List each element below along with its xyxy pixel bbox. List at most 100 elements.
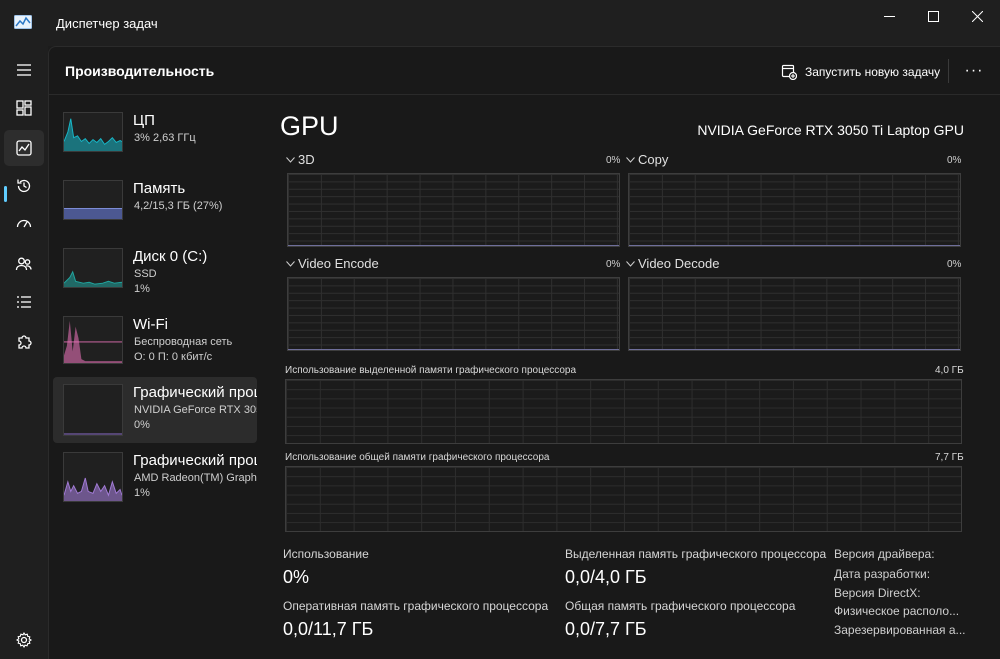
engine-label: Video Decode bbox=[638, 256, 720, 271]
window-title: Диспетчер задач bbox=[56, 16, 158, 31]
device-name: Память bbox=[133, 180, 186, 197]
more-options-button[interactable]: ··· bbox=[957, 57, 991, 85]
nav-processes-button[interactable] bbox=[4, 90, 44, 126]
dedicated-memory-graph-label: Использование выделенной памяти графичес… bbox=[285, 365, 577, 376]
device-detail-2: 0% bbox=[134, 419, 150, 431]
device-thumbnail-graph bbox=[63, 180, 123, 220]
task-manager-app-icon bbox=[14, 15, 32, 29]
device-item-gpu-amd[interactable]: Графический проц AMD Radeon(TM) Graphics… bbox=[53, 445, 257, 511]
device-thumbnail-graph bbox=[63, 112, 123, 152]
usage-value: 0% bbox=[283, 567, 310, 587]
engine-label: Copy bbox=[638, 152, 669, 167]
device-thumbnail-graph bbox=[63, 384, 123, 436]
minimize-button[interactable] bbox=[866, 0, 912, 32]
driver-date-label: Дата разработки: bbox=[834, 567, 931, 581]
shared-memory-graph-label: Использование общей памяти графического … bbox=[285, 452, 550, 463]
maximize-icon bbox=[927, 10, 939, 22]
shared-memory-max: 7,7 ГБ bbox=[935, 452, 964, 463]
device-detail-2: 1% bbox=[134, 487, 150, 499]
run-new-task-button[interactable]: Запустить новую задачу bbox=[781, 61, 940, 83]
device-name: ЦП bbox=[133, 112, 155, 129]
nav-app-history-button[interactable] bbox=[4, 168, 44, 204]
device-item-wifi[interactable]: Wi-Fi Беспроводная сеть О: 0 П: 0 кбит/с bbox=[53, 309, 257, 375]
nav-users-button[interactable] bbox=[4, 246, 44, 282]
page-header: Производительность Запустить новую задач… bbox=[49, 47, 1000, 95]
history-icon bbox=[17, 179, 31, 193]
engine-label: Video Encode bbox=[298, 256, 379, 271]
nav-services-button[interactable] bbox=[4, 324, 44, 360]
run-new-task-label: Запустить новую задачу bbox=[805, 65, 941, 79]
dedicated-memory-value: 0,0/4,0 ГБ bbox=[565, 567, 647, 587]
device-thumbnail-graph bbox=[63, 316, 123, 364]
dedicated-memory-graph bbox=[285, 379, 962, 444]
gpu-title: GPU bbox=[280, 111, 339, 141]
device-detail: AMD Radeon(TM) Graphics bbox=[134, 472, 257, 484]
device-list: ЦП 3% 2,63 ГГц Память 4,2/15,3 ГБ (27%) … bbox=[53, 105, 257, 513]
processes-icon bbox=[16, 100, 32, 116]
device-name: Графический проц bbox=[133, 452, 257, 469]
engine-selector-3d[interactable]: 3D bbox=[286, 152, 315, 167]
gpu-ram-value: 0,0/11,7 ГБ bbox=[283, 619, 374, 639]
shared-memory-value: 0,0/7,7 ГБ bbox=[565, 619, 647, 639]
engine-selector-video-encode[interactable]: Video Encode bbox=[286, 256, 379, 271]
title-bar: Диспетчер задач bbox=[0, 0, 1000, 46]
hamburger-menu-button[interactable] bbox=[4, 52, 44, 88]
users-icon bbox=[15, 257, 32, 271]
nav-performance-button[interactable] bbox=[4, 130, 44, 166]
device-name: Wi-Fi bbox=[133, 316, 168, 333]
device-thumbnail-graph bbox=[63, 248, 123, 288]
chevron-down-icon bbox=[286, 156, 295, 163]
header-separator bbox=[948, 59, 949, 83]
device-detail: NVIDIA GeForce RTX 3050 Ti bbox=[134, 404, 257, 416]
reserved-memory-label: Зарезервированная а... bbox=[834, 623, 966, 637]
more-dots-icon: ··· bbox=[964, 62, 984, 79]
services-puzzle-icon bbox=[18, 335, 32, 349]
maximize-button[interactable] bbox=[910, 0, 956, 32]
chevron-down-icon bbox=[626, 260, 635, 267]
engine-graph-video-encode bbox=[287, 277, 620, 351]
page-title: Производительность bbox=[65, 63, 215, 79]
close-icon bbox=[971, 10, 983, 22]
engine-graph-3d bbox=[287, 173, 620, 247]
device-item-cpu[interactable]: ЦП 3% 2,63 ГГц bbox=[53, 105, 257, 171]
details-list-icon bbox=[17, 296, 31, 308]
nav-details-button[interactable] bbox=[4, 284, 44, 320]
engine-percent: 0% bbox=[606, 155, 621, 166]
device-item-memory[interactable]: Память 4,2/15,3 ГБ (27%) bbox=[53, 173, 257, 239]
engine-graph-video-decode bbox=[628, 277, 961, 351]
performance-icon bbox=[16, 140, 32, 156]
usage-label: Использование bbox=[283, 547, 369, 561]
device-item-disk[interactable]: Диск 0 (C:) SSD 1% bbox=[53, 241, 257, 307]
device-detail: 4,2/15,3 ГБ (27%) bbox=[134, 200, 223, 212]
device-detail: Беспроводная сеть bbox=[134, 336, 233, 348]
chevron-down-icon bbox=[286, 260, 295, 267]
minimize-icon bbox=[883, 15, 895, 17]
device-item-gpu-nvidia[interactable]: Графический проц NVIDIA GeForce RTX 3050… bbox=[53, 377, 257, 443]
gpu-model-name: NVIDIA GeForce RTX 3050 Ti Laptop GPU bbox=[697, 122, 964, 138]
gear-icon bbox=[15, 631, 33, 649]
engine-selector-video-decode[interactable]: Video Decode bbox=[626, 256, 719, 271]
chevron-down-icon bbox=[626, 156, 635, 163]
shared-memory-graph bbox=[285, 466, 962, 532]
engine-graph-copy bbox=[628, 173, 961, 247]
new-task-icon bbox=[781, 64, 797, 80]
device-name: Графический проц bbox=[133, 384, 257, 401]
device-detail-2: О: 0 П: 0 кбит/с bbox=[134, 351, 213, 363]
nav-startup-apps-button[interactable] bbox=[4, 206, 44, 242]
speedometer-icon bbox=[16, 219, 32, 228]
shared-memory-label: Общая память графического процессора bbox=[565, 599, 796, 613]
device-detail-2: 1% bbox=[134, 283, 150, 295]
gpu-ram-label: Оперативная память графического процессо… bbox=[283, 599, 549, 613]
nav-settings-button[interactable] bbox=[4, 622, 44, 658]
navigation-rail bbox=[0, 46, 48, 659]
driver-version-label: Версия драйвера: bbox=[834, 547, 935, 561]
engine-percent: 0% bbox=[947, 155, 962, 166]
close-button[interactable] bbox=[954, 0, 1000, 32]
engine-selector-copy[interactable]: Copy bbox=[626, 152, 668, 167]
dedicated-memory-label: Выделенная память графического процессор… bbox=[565, 547, 827, 561]
dedicated-memory-max: 4,0 ГБ bbox=[935, 365, 964, 376]
device-detail: SSD bbox=[134, 268, 157, 280]
device-name: Диск 0 (C:) bbox=[133, 248, 208, 265]
device-thumbnail-graph bbox=[63, 452, 123, 502]
directx-version-label: Версия DirectX: bbox=[834, 586, 921, 600]
